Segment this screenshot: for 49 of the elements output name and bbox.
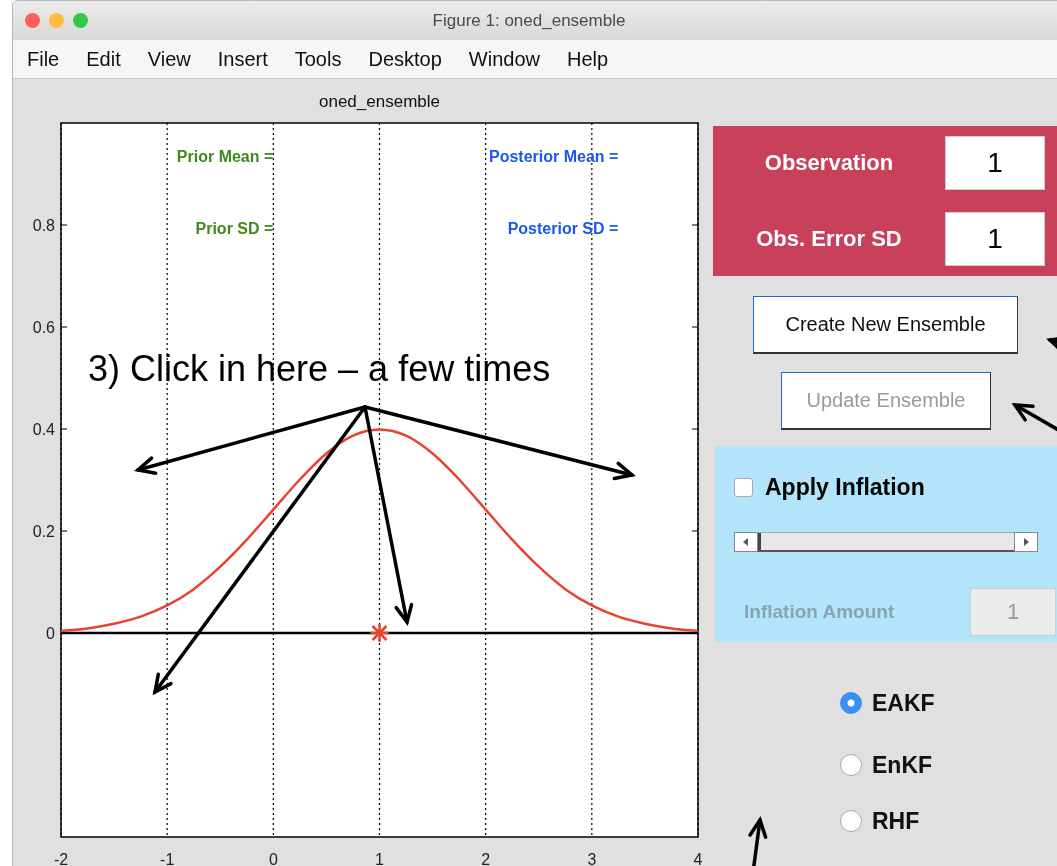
window-title: Figure 1: oned_ensemble <box>431 10 627 31</box>
field-label: Observation <box>763 150 895 176</box>
statistic-label: Posterior Mean = <box>489 148 619 166</box>
radio-button[interactable] <box>840 754 862 776</box>
y-tick-label: 0 <box>46 625 55 642</box>
x-tick-label: 2 <box>481 851 491 866</box>
radio-label: EAKF <box>872 689 935 717</box>
menu-item[interactable]: Insert <box>217 47 268 71</box>
field-label: Inflation Amount <box>743 601 896 623</box>
number-field[interactable]: 1 <box>945 136 1045 190</box>
observation-marker <box>370 624 389 642</box>
plot-area[interactable] <box>61 123 698 837</box>
menu-item[interactable]: Desktop <box>368 47 442 71</box>
checkbox-label: Apply Inflation <box>765 474 925 501</box>
y-tick-label: 0.2 <box>32 523 55 540</box>
radio-button[interactable] <box>840 692 862 714</box>
menu-item[interactable]: Edit <box>86 47 121 71</box>
menu-item[interactable]: File <box>27 47 60 71</box>
annotation-arrow <box>1011 403 1057 434</box>
y-tick-label: 0.4 <box>32 421 55 438</box>
radio-label: EnKF <box>872 751 933 779</box>
annotation-arrow <box>748 816 768 866</box>
slider-thumb[interactable] <box>758 532 761 550</box>
x-tick-label: -2 <box>53 851 69 866</box>
statistic-label: Posterior SD = <box>507 219 619 237</box>
radio-label: RHF <box>872 807 920 835</box>
x-tick-label: 0 <box>268 851 278 866</box>
statistic-label: Prior Mean = <box>176 148 274 166</box>
x-tick-label: 3 <box>587 851 597 866</box>
radio-button[interactable] <box>840 810 862 832</box>
y-tick-label: 0.6 <box>32 319 55 336</box>
x-tick-label: -1 <box>160 851 175 866</box>
slider[interactable] <box>734 531 1038 552</box>
statistic-label: Prior SD = <box>195 219 274 237</box>
x-tick-label: 1 <box>375 851 384 866</box>
field-label: Obs. Error SD <box>755 226 903 252</box>
close-button[interactable] <box>25 13 40 28</box>
number-field[interactable]: 1 <box>945 212 1045 266</box>
y-tick-label: 0.8 <box>32 217 55 234</box>
action-button[interactable]: Create New Ensemble <box>753 296 1018 354</box>
menu-item[interactable]: Help <box>566 47 609 71</box>
menu-item[interactable]: View <box>147 47 191 71</box>
x-tick-label: 4 <box>693 851 703 866</box>
menu-item[interactable]: Window <box>468 47 540 71</box>
plot-title: oned_ensemble <box>319 92 440 111</box>
instruction-text: 3) Click in here – a few times <box>88 348 551 390</box>
zoom-button[interactable] <box>73 13 88 28</box>
menu-item[interactable]: Tools <box>294 47 342 71</box>
checkbox[interactable] <box>734 478 753 497</box>
